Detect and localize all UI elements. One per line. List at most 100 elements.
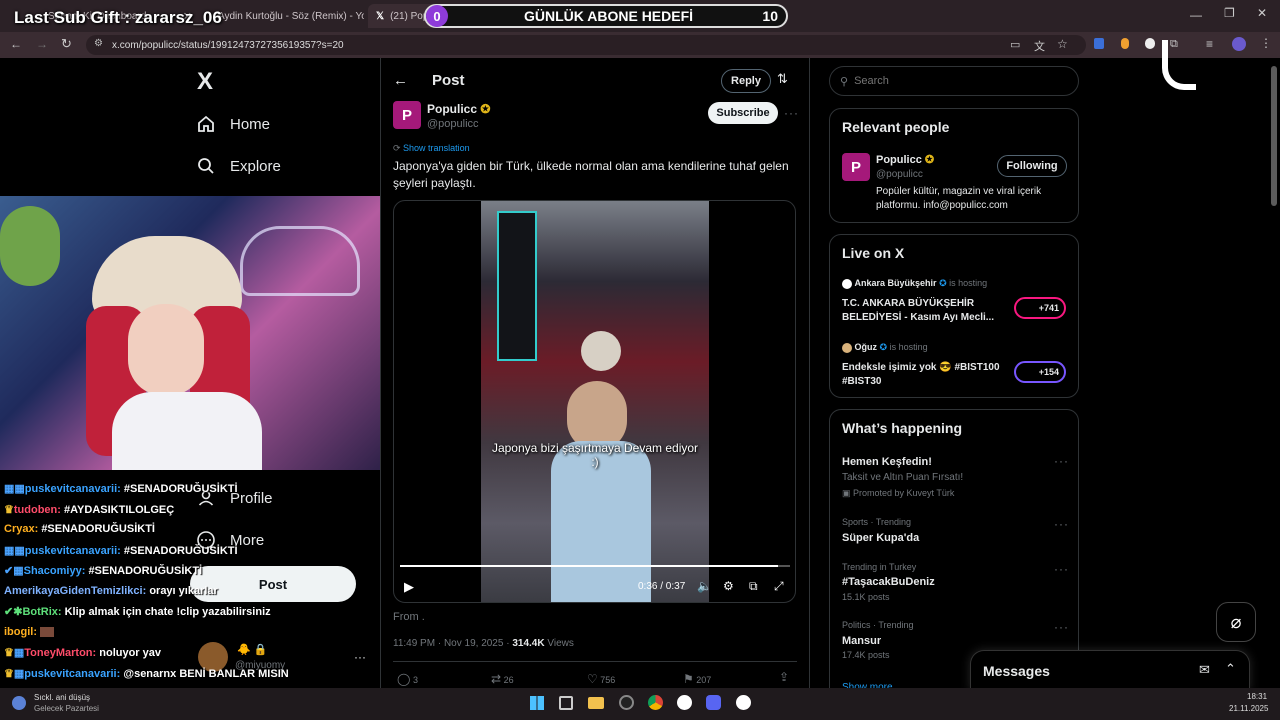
weather-icon[interactable] (12, 696, 26, 710)
clock-time[interactable]: 18:31 (1247, 692, 1267, 701)
from-label: From . (393, 611, 425, 623)
like-action[interactable]: ♡ 756 (587, 672, 615, 686)
live-listeners[interactable]: +741 (1014, 297, 1066, 319)
goal-current: 0 (426, 5, 448, 27)
author-avatar[interactable]: P (393, 101, 421, 129)
relevant-people-card: Relevant people P Populicc ✪ @populicc F… (829, 108, 1079, 223)
live-host[interactable]: Oğuz ✪ is hosting (842, 342, 928, 353)
play-icon[interactable]: ▶ (404, 579, 414, 595)
whats-happening-title: What’s happening (842, 420, 963, 436)
expand-icon[interactable]: ⌃ (1225, 661, 1236, 677)
relevant-name[interactable]: Populicc ✪ (876, 153, 934, 166)
reading-list-icon[interactable]: ≡ (1206, 37, 1213, 51)
search-box[interactable]: ⚲ (829, 66, 1079, 96)
page-scrollbar[interactable] (1271, 66, 1277, 206)
minimize-icon[interactable]: — (1190, 8, 1202, 22)
webcam-overlay (0, 196, 381, 470)
relevant-avatar[interactable]: P (842, 153, 870, 181)
reply-action[interactable]: ◯ 3 (397, 672, 418, 686)
trend-more-icon[interactable]: ··· (1054, 454, 1069, 468)
more-options-icon[interactable]: ··· (784, 106, 799, 120)
discord-icon[interactable] (706, 695, 721, 710)
repost-action[interactable]: ⇄ 26 (491, 672, 514, 686)
bookmark-star-icon[interactable]: ☆ (1057, 37, 1068, 51)
fullscreen-icon[interactable]: ⤢ (774, 579, 784, 594)
live-space-title[interactable]: T.C. ANKARA BÜYÜKŞEHİR BELEDİYESİ - Kası… (842, 297, 1002, 325)
trend-meta: Trending in Turkey (842, 562, 917, 572)
trend-name[interactable]: Süper Kupa'da (842, 532, 919, 544)
volume-icon[interactable]: 🔈 (697, 579, 712, 593)
verified-badge-icon: ✪ (939, 278, 947, 288)
clock-date[interactable]: 21.11.2025 (1229, 704, 1268, 713)
pip-icon[interactable]: ⧉ (749, 579, 758, 594)
chrome-icon[interactable] (648, 695, 663, 710)
cast-icon[interactable]: ▭ (1010, 38, 1020, 51)
video-progress-track[interactable] (400, 565, 790, 567)
extension-icon[interactable] (1145, 38, 1155, 49)
back-icon[interactable]: ← (10, 37, 22, 51)
emote-icon (40, 627, 55, 638)
settings-icon[interactable]: ⚙ (723, 579, 734, 593)
reload-icon[interactable]: ↻ (61, 36, 72, 52)
verified-badge-icon: ✪ (480, 102, 491, 116)
verified-badge-icon: ✪ (924, 154, 935, 166)
trend-name[interactable]: #TaşacakBuDeniz (842, 576, 935, 588)
site-info-icon[interactable]: ⚙ (94, 38, 103, 49)
author-name[interactable]: Populicc ✪ (427, 102, 490, 116)
app-icon[interactable] (736, 695, 751, 710)
extension-icon[interactable] (1094, 38, 1104, 49)
trend-more-icon[interactable]: ··· (1054, 620, 1069, 634)
trend-name[interactable]: Hemen Keşfedin! (842, 456, 932, 468)
back-arrow-icon[interactable]: ← (393, 72, 408, 89)
os-taskbar: Sıckl. ani düşüş Gelecek Pazartesi 18:31… (0, 688, 1280, 720)
nav-home[interactable]: Home (196, 114, 270, 134)
live-listeners[interactable]: +154 (1014, 361, 1066, 383)
trend-more-icon[interactable]: ··· (1054, 562, 1069, 576)
trend-sub: 15.1K posts (842, 592, 890, 602)
grok-icon[interactable]: ⌀ (1216, 602, 1256, 642)
reply-button[interactable]: Reply (721, 69, 771, 93)
forward-icon[interactable]: → (36, 37, 48, 51)
start-icon[interactable] (530, 696, 544, 710)
browser-menu-icon[interactable]: ⋮ (1260, 36, 1272, 50)
video-player[interactable]: Japonya bizi şaşırtmaya Devam ediyor :) … (393, 200, 796, 603)
post-column: ← Post Reply ⇅ P Populicc ✪ @populicc Su… (380, 58, 810, 688)
profile-avatar[interactable] (1232, 37, 1246, 51)
messages-drawer[interactable]: Messages ✉ ⌃ (970, 650, 1250, 690)
trend-name[interactable]: Mansur (842, 635, 881, 647)
verified-badge-icon: ✪ (879, 342, 888, 352)
weather-title[interactable]: Sıckl. ani düşüş (34, 693, 90, 702)
close-window-icon[interactable]: ✕ (1257, 6, 1267, 20)
search-input[interactable] (854, 75, 1055, 87)
video-progress-fill (400, 565, 779, 567)
subscribe-button[interactable]: Subscribe (708, 102, 778, 124)
chat-line: Cryax: #SENADORUĞUSİKTİ (4, 523, 155, 535)
bookmark-action[interactable]: ⚑ 207 (683, 672, 711, 686)
url-field[interactable]: ⚙ x.com/populicc/status/1991247372735619… (86, 35, 1086, 55)
translate-icon[interactable]: 文 (1034, 38, 1045, 54)
video-time: 0:36 / 0:37 (638, 581, 686, 592)
chat-line: ♛▦puskevitcanavarii: @senarnx BENİ BANLA… (4, 668, 289, 680)
browser-tab[interactable]: Aydin Kurtoğlu - Söz (Remix) - You...✕ (204, 4, 364, 28)
file-explorer-icon[interactable] (588, 697, 604, 709)
following-button[interactable]: Following (997, 155, 1067, 177)
author-handle[interactable]: @populicc (427, 118, 479, 130)
video-frame: Japonya bizi şaşırtmaya Devam ediyor :) (481, 201, 709, 602)
trend-more-icon[interactable]: ··· (1054, 517, 1069, 531)
trend-sub: 17.4K posts (842, 650, 890, 660)
nav-explore[interactable]: Explore (196, 156, 281, 176)
app-icon[interactable] (677, 695, 692, 710)
new-message-icon[interactable]: ✉ (1199, 662, 1210, 678)
extension-icon[interactable] (1121, 38, 1129, 49)
filter-icon[interactable]: ⇅ (777, 71, 788, 87)
live-host[interactable]: Ankara Büyükşehir ✪ is hosting (842, 278, 987, 289)
task-view-icon[interactable] (559, 696, 573, 710)
goal-label: GÜNLÜK ABONE HEDEFİ (524, 8, 694, 24)
x-logo-icon[interactable]: X (197, 68, 213, 96)
weather-sub: Gelecek Pazartesi (34, 704, 99, 713)
app-icon[interactable] (619, 695, 634, 710)
share-icon[interactable]: ⇪ (779, 670, 789, 684)
restore-icon[interactable]: ❐ (1224, 6, 1235, 20)
show-translation-link[interactable]: ⟳ Show translation (393, 143, 470, 154)
live-space-title[interactable]: Endeksle işimiz yok 😎 #BIST100 #BIST30 (842, 361, 1002, 389)
